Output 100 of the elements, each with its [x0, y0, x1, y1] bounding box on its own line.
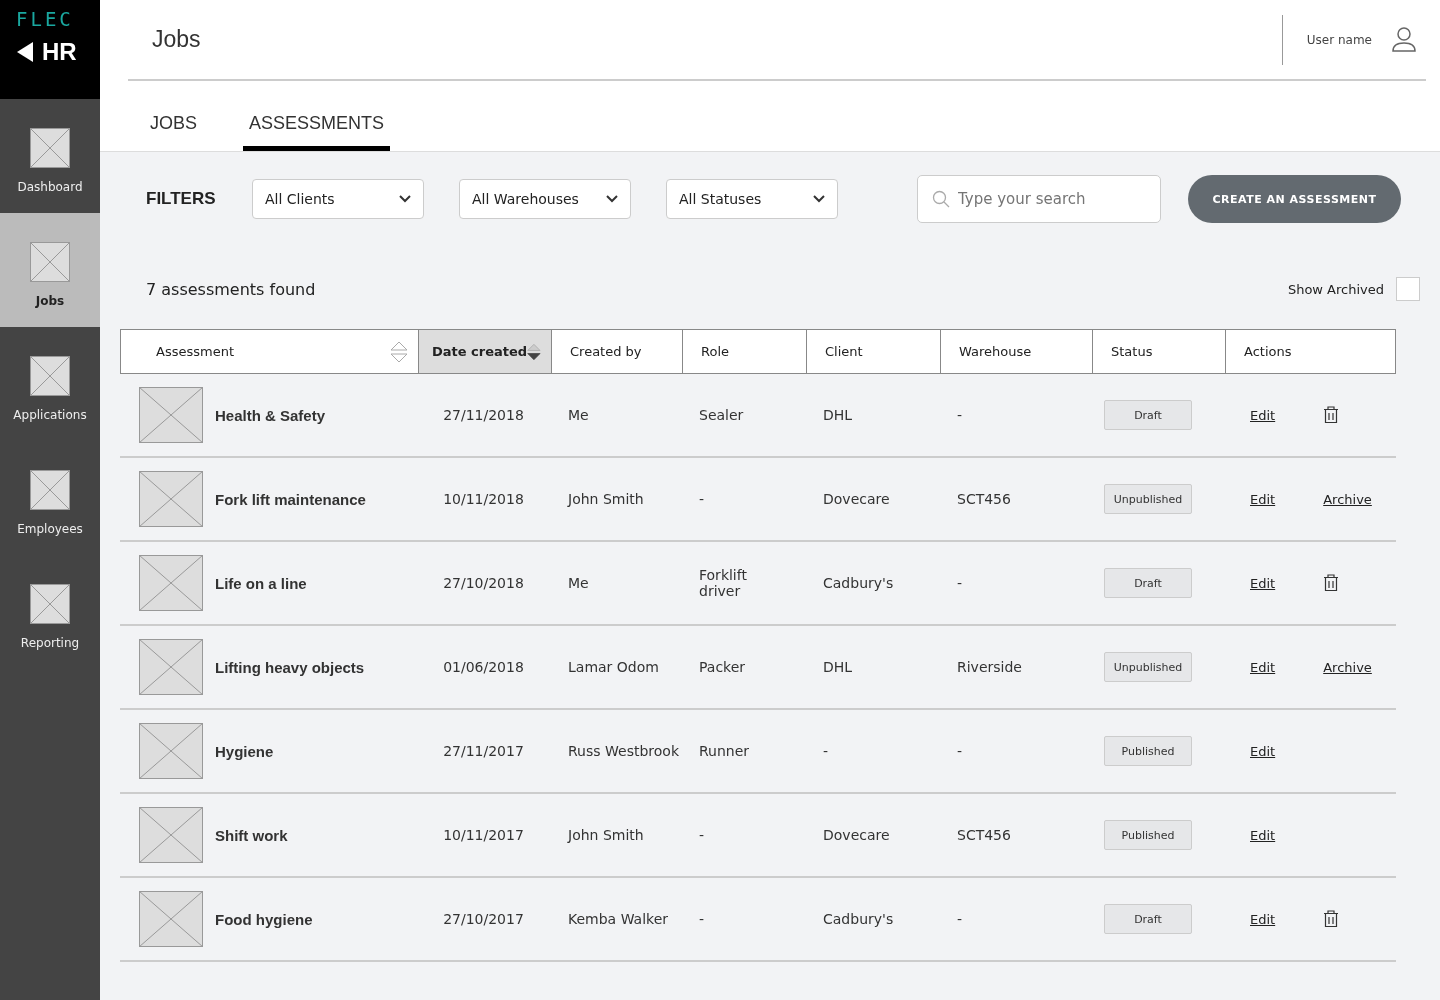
table-cell: Dovecare	[823, 827, 890, 843]
page-title: Jobs	[152, 26, 201, 53]
image-placeholder-icon	[139, 723, 203, 779]
assessment-name[interactable]: Hygiene	[215, 742, 274, 760]
table-cell: 27/11/2017	[443, 743, 524, 759]
section-title: HR	[42, 38, 77, 66]
table-cell-text: Sealer	[699, 407, 745, 423]
image-placeholder-icon	[139, 555, 203, 611]
edit-link[interactable]: Edit	[1250, 575, 1276, 591]
column-header[interactable]: Assessment	[121, 330, 418, 373]
create-assessment-button[interactable]: CREATE AN ASSESSMENT	[1188, 175, 1401, 223]
table-cell: 27/10/2018	[443, 575, 524, 591]
table-cell: 01/06/2018	[443, 659, 524, 675]
edit-link[interactable]: Edit	[1250, 407, 1276, 423]
image-placeholder-icon	[30, 356, 70, 396]
nav-item[interactable]: Dashboard	[0, 99, 100, 213]
trash-icon[interactable]	[1323, 574, 1340, 592]
status-badge: Draft	[1104, 400, 1192, 430]
table-cell: SCT456	[957, 827, 1011, 843]
assessment-name[interactable]: Food hygiene	[215, 910, 313, 928]
search-icon	[932, 190, 950, 208]
assessment-name[interactable]: Shift work	[215, 826, 288, 844]
chevron-down-icon	[399, 195, 411, 203]
table-cell: -	[823, 743, 829, 759]
column-header[interactable]: Date created	[418, 330, 551, 373]
table-cell-text: -	[699, 911, 706, 927]
image-placeholder-icon	[30, 128, 70, 168]
trash-icon[interactable]	[1323, 406, 1340, 424]
image-placeholder-icon	[30, 470, 70, 510]
table-cell: Cadbury's	[823, 911, 894, 927]
archive-link[interactable]: Archive	[1323, 659, 1372, 675]
table-cell: Russ Westbrook	[568, 743, 679, 759]
chevron-down-icon	[606, 195, 618, 203]
table-cell: -	[957, 407, 963, 423]
assessment-name[interactable]: Health & Safety	[215, 406, 326, 424]
table-cell: 27/10/2017	[443, 911, 524, 927]
table-cell: Riverside	[957, 659, 1022, 675]
nav-item[interactable]: Applications	[0, 327, 100, 441]
table-cell: 10/11/2017	[443, 827, 524, 843]
column-header: Created by	[551, 330, 682, 373]
assessment-name[interactable]: Life on a line	[215, 574, 307, 592]
column-header: Warehouse	[940, 330, 1092, 373]
table-cell: 10/11/2018	[443, 491, 524, 507]
edit-link[interactable]: Edit	[1250, 911, 1276, 927]
edit-link[interactable]: Edit	[1250, 743, 1276, 759]
image-placeholder-icon	[139, 387, 203, 443]
table-cell: DHL	[823, 659, 853, 675]
tab[interactable]: ASSESSMENTS	[243, 113, 391, 151]
table-cell: DHL	[823, 407, 853, 423]
table-cell: Kemba Walker	[568, 911, 669, 927]
filter-dropdown[interactable]: All Warehouses	[459, 179, 631, 219]
image-placeholder-icon	[30, 584, 70, 624]
table-cell: -	[957, 911, 963, 927]
show-archived-checkbox[interactable]	[1396, 277, 1420, 301]
table-cell-text: Packer	[699, 659, 747, 675]
chevron-down-icon	[813, 195, 825, 203]
table-cell-text: -	[699, 827, 706, 843]
nav-item[interactable]: Jobs	[0, 213, 100, 327]
status-badge: Unpublished	[1104, 652, 1192, 682]
nav-item[interactable]: Employees	[0, 441, 100, 555]
filters-label: FILTERS	[146, 189, 217, 209]
table-cell: John Smith	[568, 491, 644, 507]
assessment-name[interactable]: Fork lift maintenance	[215, 490, 366, 508]
table-cell: Me	[568, 575, 589, 591]
filter-dropdown[interactable]: All Clients	[252, 179, 424, 219]
table-cell: Me	[568, 407, 589, 423]
image-placeholder-icon	[30, 242, 70, 282]
column-header: Actions	[1225, 330, 1397, 373]
edit-link[interactable]: Edit	[1250, 827, 1276, 843]
image-placeholder-icon	[139, 471, 203, 527]
edit-link[interactable]: Edit	[1250, 491, 1276, 507]
brand-logo: FLEC	[16, 8, 75, 30]
table-cell: SCT456	[957, 491, 1011, 507]
trash-icon[interactable]	[1323, 910, 1340, 928]
table-cell: Lamar Odom	[568, 659, 659, 675]
status-badge: Draft	[1104, 904, 1192, 934]
table-cell: -	[957, 575, 963, 591]
table-cell: 27/11/2018	[443, 407, 524, 423]
archive-link[interactable]: Archive	[1323, 491, 1372, 507]
sort-icon	[390, 340, 408, 363]
image-placeholder-icon	[139, 891, 203, 947]
status-badge: Published	[1104, 736, 1192, 766]
column-header: Client	[806, 330, 940, 373]
filter-dropdown[interactable]: All Statuses	[666, 179, 838, 219]
back-arrow-icon[interactable]	[16, 41, 34, 63]
table-cell-text: Forklift driver	[699, 567, 748, 599]
assessment-name[interactable]: Lifting heavy objects	[215, 658, 365, 676]
tab[interactable]: JOBS	[144, 113, 203, 151]
status-badge: Unpublished	[1104, 484, 1192, 514]
user-icon[interactable]	[1392, 26, 1416, 53]
show-archived-label: Show Archived	[1287, 281, 1384, 297]
status-badge: Published	[1104, 820, 1192, 850]
user-name[interactable]: User name	[1306, 32, 1372, 47]
results-count: 7 assessments found	[146, 279, 316, 299]
image-placeholder-icon	[139, 807, 203, 863]
table-cell: -	[957, 743, 963, 759]
edit-link[interactable]: Edit	[1250, 659, 1276, 675]
table-cell-text: -	[699, 491, 706, 507]
search-field[interactable]: Type your search	[917, 175, 1161, 223]
nav-item[interactable]: Reporting	[0, 555, 100, 669]
